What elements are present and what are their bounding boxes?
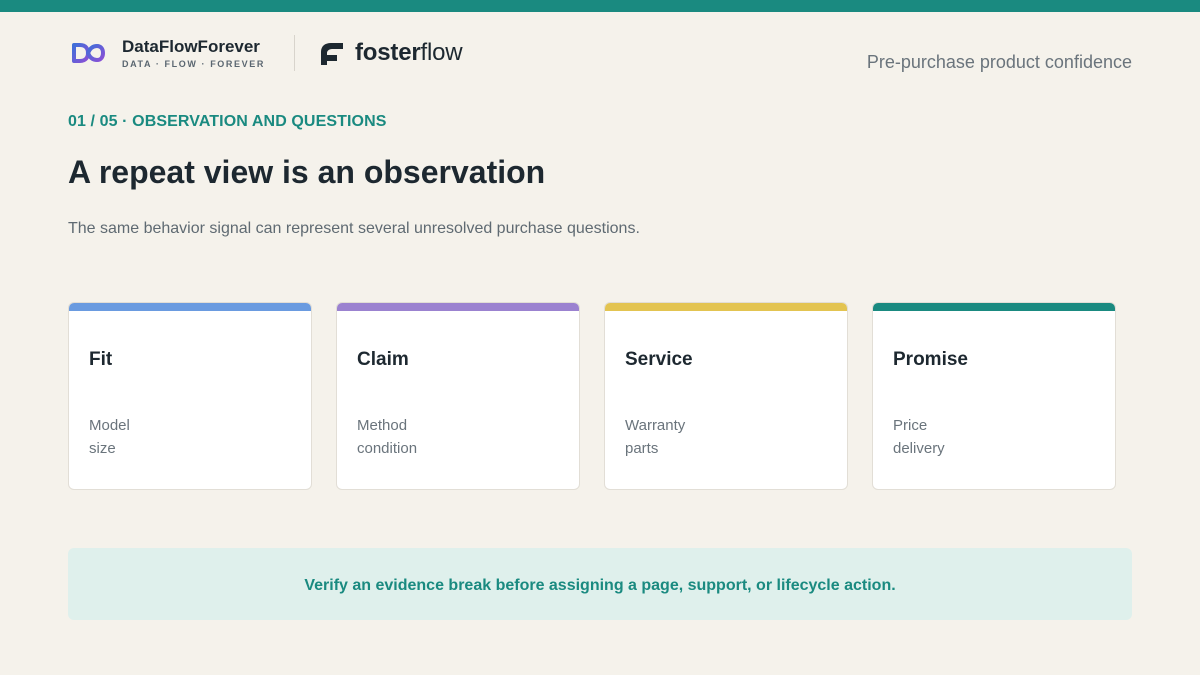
card-detail: Warranty bbox=[625, 417, 686, 434]
slide-title: A repeat view is an observation bbox=[68, 154, 546, 190]
card-accent-bar bbox=[69, 303, 311, 311]
callout-banner: Verify an evidence break before assignin… bbox=[68, 548, 1132, 620]
header-context-label: Pre-purchase product confidence bbox=[866, 52, 1132, 72]
card-accent-bar bbox=[605, 303, 847, 311]
partner-name: fosterflow bbox=[355, 39, 463, 67]
card-detail: parts bbox=[625, 440, 659, 457]
card-title: Promise bbox=[893, 349, 968, 370]
top-accent-bar bbox=[0, 0, 1200, 12]
card-detail: Method bbox=[357, 417, 408, 434]
card-service: Service Warranty parts bbox=[604, 302, 848, 490]
card-detail: delivery bbox=[893, 440, 945, 457]
card-detail: Price bbox=[893, 417, 928, 434]
slide-subtitle: The same behavior signal can represent s… bbox=[68, 220, 640, 237]
card-detail: condition bbox=[357, 440, 418, 457]
card-claim: Claim Method condition bbox=[336, 302, 580, 490]
card-detail: size bbox=[89, 440, 116, 457]
card-title: Claim bbox=[357, 349, 409, 370]
callout-text: Verify an evidence break before assignin… bbox=[304, 577, 896, 594]
card-fit: Fit Model size bbox=[68, 302, 312, 490]
slide-eyebrow: 01 / 05 · OBSERVATION AND QUESTIONS bbox=[68, 113, 387, 130]
question-cards: Fit Model size Claim Method condition Se… bbox=[68, 302, 1116, 490]
header-divider bbox=[294, 35, 295, 71]
card-title: Fit bbox=[89, 349, 113, 370]
card-accent-bar bbox=[873, 303, 1115, 311]
partner-name-bold: foster bbox=[355, 39, 421, 66]
brand-tagline: DATA · FLOW · FOREVER bbox=[122, 59, 265, 69]
header: DataFlowForever DATA · FLOW · FOREVER fo… bbox=[68, 34, 1132, 74]
leaf-logo-icon bbox=[321, 43, 343, 65]
card-promise: Promise Price delivery bbox=[872, 302, 1116, 490]
card-accent-bar bbox=[337, 303, 579, 311]
brand-name: DataFlowForever bbox=[122, 37, 260, 56]
card-title: Service bbox=[625, 349, 693, 370]
card-detail: Model bbox=[89, 417, 130, 434]
partner-name-light: flow bbox=[420, 39, 463, 66]
infinity-logo-icon bbox=[72, 43, 106, 63]
